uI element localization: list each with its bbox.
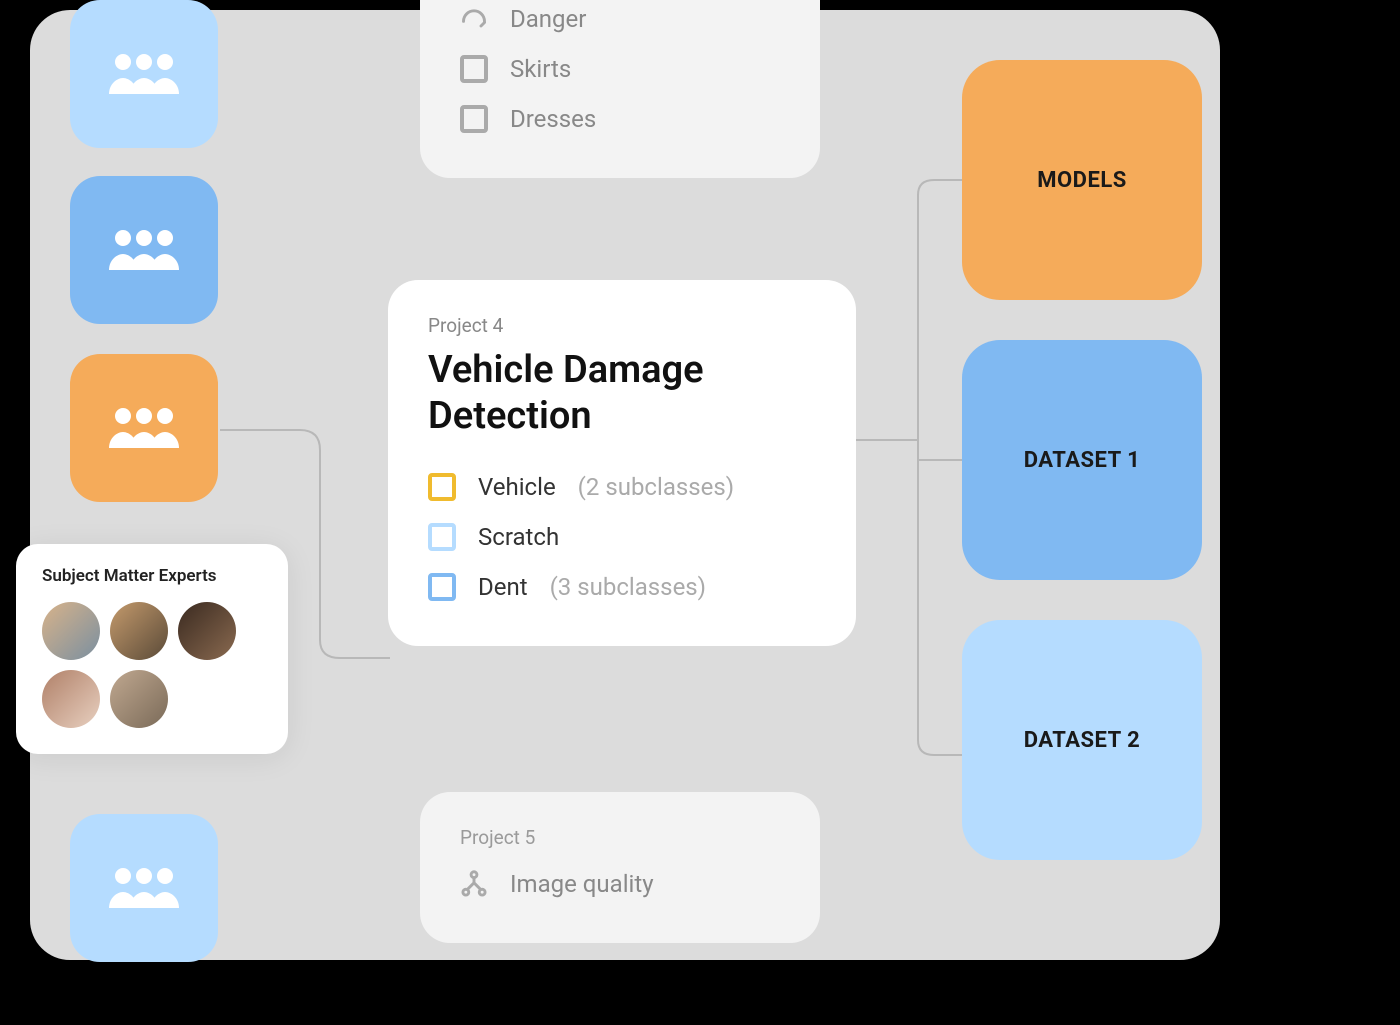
avatar[interactable]: [178, 602, 236, 660]
people-icon: [105, 226, 183, 274]
class-color-icon: [428, 473, 456, 501]
row-label: Skirts: [510, 55, 571, 83]
panel-label: Project 4: [428, 314, 816, 337]
panel-label: Project 5: [460, 826, 780, 849]
tile-dataset-1[interactable]: DATASET 1: [962, 340, 1202, 580]
checkbox-icon: [460, 105, 488, 133]
class-color-icon: [428, 523, 456, 551]
row-skirts[interactable]: Skirts: [460, 44, 780, 94]
sme-popover[interactable]: Subject Matter Experts: [16, 544, 288, 754]
tile-models-label: MODELS: [1037, 168, 1127, 193]
tile-models[interactable]: MODELS: [962, 60, 1202, 300]
team-tile-4[interactable]: [70, 814, 218, 962]
row-danger[interactable]: Danger: [460, 0, 780, 44]
class-label: Vehicle: [478, 473, 556, 501]
people-icon: [105, 864, 183, 912]
row-dresses[interactable]: Dresses: [460, 94, 780, 144]
class-label: Scratch: [478, 523, 559, 551]
row-image-quality[interactable]: Image quality: [460, 859, 780, 909]
danger-icon: [460, 5, 488, 33]
panel-project-5: Project 5 Image quality: [420, 792, 820, 943]
row-label: Image quality: [510, 870, 654, 898]
row-label: Dresses: [510, 105, 596, 133]
team-tile-3[interactable]: [70, 354, 218, 502]
sme-title: Subject Matter Experts: [42, 566, 262, 586]
panel-title: Vehicle Damage Detection: [428, 347, 816, 440]
tree-icon: [460, 870, 488, 898]
class-row-dent[interactable]: Dent (3 subclasses): [428, 562, 816, 612]
class-color-icon: [428, 573, 456, 601]
avatar[interactable]: [110, 670, 168, 728]
panel-project-4[interactable]: Project 4 Vehicle Damage Detection Vehic…: [388, 280, 856, 646]
tile-dataset1-label: DATASET 1: [1024, 448, 1141, 473]
people-icon: [105, 50, 183, 98]
sme-avatars: [42, 602, 262, 728]
team-tile-1[interactable]: [70, 0, 218, 148]
avatar[interactable]: [42, 602, 100, 660]
class-sub: (3 subclasses): [550, 573, 706, 601]
avatar[interactable]: [42, 670, 100, 728]
class-row-scratch[interactable]: Scratch: [428, 512, 816, 562]
class-sub: (2 subclasses): [578, 473, 734, 501]
team-tile-2[interactable]: [70, 176, 218, 324]
class-row-vehicle[interactable]: Vehicle (2 subclasses): [428, 462, 816, 512]
avatar[interactable]: [110, 602, 168, 660]
checkbox-icon: [460, 55, 488, 83]
people-icon: [105, 404, 183, 452]
class-label: Dent: [478, 573, 528, 601]
tile-dataset2-label: DATASET 2: [1024, 728, 1141, 753]
row-label: Danger: [510, 5, 586, 33]
panel-project-top: Image quality Danger Skirts Dresses: [420, 0, 820, 178]
tile-dataset-2[interactable]: DATASET 2: [962, 620, 1202, 860]
